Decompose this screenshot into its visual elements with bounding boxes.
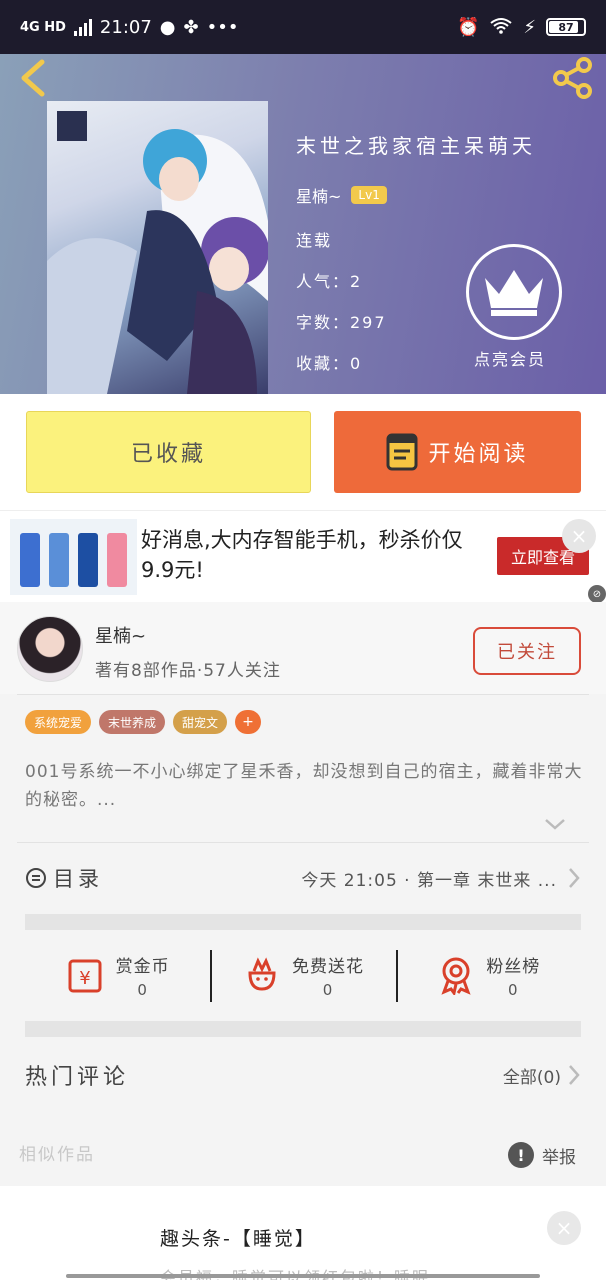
message-icon: ● [159, 16, 176, 38]
tag-item[interactable]: 系统宠爱 [25, 710, 92, 734]
reward-fans-button[interactable]: 粉丝榜 0 [395, 930, 581, 1020]
collected-button[interactable]: 已收藏 [26, 411, 311, 493]
ad-mark-icon: ⊘ [588, 585, 606, 603]
svg-text:¥: ¥ [79, 968, 90, 989]
fan-icon: ✤ [183, 16, 199, 38]
section-separator [25, 914, 581, 930]
book-author[interactable]: 星楠~ [296, 183, 341, 207]
status-bar: 4G HD 21:07 ● ✤ ••• ⏰ ⚡ 87 [0, 0, 606, 54]
report-icon: ! [508, 1142, 534, 1168]
catalog-label: 目录 [53, 867, 103, 891]
share-icon [553, 57, 592, 99]
coin-icon: ¥ [68, 959, 102, 993]
vip-label: 点亮会员 [474, 350, 547, 369]
hot-comments-row[interactable]: 热门评论 全部(0) [25, 1040, 581, 1110]
reward-label: 粉丝榜 [486, 956, 541, 977]
charging-icon: ⚡ [523, 16, 536, 38]
section-separator [25, 1021, 581, 1037]
tag-list: 系统宠爱 末世养成 甜宠文 + [25, 710, 262, 734]
ad-image[interactable] [10, 519, 137, 595]
reward-coin-button[interactable]: ¥ 赏金币 0 [25, 930, 210, 1020]
ad-close-button[interactable]: × [562, 519, 596, 553]
synopsis: 001号系统一不小心绑定了星禾香，却没想到自己的宿主，藏着非常大的秘密。... [25, 762, 583, 810]
follow-button[interactable]: 已关注 [473, 627, 581, 675]
battery-level: 87 [558, 20, 574, 34]
clock: 21:07 [99, 16, 152, 38]
level-badge: Lv1 [351, 186, 387, 204]
avatar[interactable] [17, 616, 83, 682]
latest-chapter[interactable]: 今天 21:05 · 第一章 末世来 ... [301, 866, 557, 891]
chevron-right-icon [569, 868, 580, 888]
chevron-down-icon [545, 819, 565, 830]
book-header: 末世之我家宿主呆萌天 星楠~ Lv1 连载 人气：2 字数：297 收藏：0 点… [0, 54, 606, 394]
book-icon [386, 433, 418, 471]
bottom-ad[interactable]: 趣头条-【睡觉】 会员福，睡觉可以领红包啦！睡眠 × [0, 1186, 606, 1280]
ad-text[interactable]: 好消息,大内存智能手机，秒杀价仅9.9元! [141, 525, 481, 585]
catalog-row[interactable]: 目录 今天 21:05 · 第一章 末世来 ... [25, 842, 581, 914]
reward-count: 0 [322, 980, 334, 999]
phone-image [49, 533, 70, 587]
author-stats: 著有8部作品·57人关注 [95, 661, 281, 681]
start-reading-button[interactable]: 开始阅读 [334, 411, 581, 493]
reward-count: 0 [137, 980, 148, 999]
report-button[interactable]: ! 举报 [508, 1142, 576, 1168]
crown-icon [485, 270, 543, 316]
more-dots: ••• [206, 16, 239, 38]
chevron-right-icon [569, 1065, 580, 1085]
action-bar: 已收藏 开始阅读 [0, 394, 606, 510]
start-reading-label: 开始阅读 [428, 442, 529, 467]
reward-count: 0 [508, 980, 519, 999]
alarm-icon: ⏰ [456, 16, 480, 38]
reward-bar: ¥ 赏金币 0 免费送花 0 粉丝榜 0 [25, 930, 581, 1020]
book-cover[interactable] [47, 101, 268, 394]
tag-item[interactable]: 甜宠文 [173, 710, 228, 734]
tag-item[interactable]: 末世养成 [99, 710, 166, 734]
battery-icon: 87 [546, 18, 586, 36]
divider [17, 694, 589, 695]
back-button[interactable] [16, 58, 50, 98]
phone-image [77, 533, 98, 587]
all-comments-link[interactable]: 全部(0) [503, 1063, 561, 1088]
phone-image [20, 533, 41, 587]
catalog-icon [26, 868, 46, 888]
ad-banner[interactable]: 好消息,大内存智能手机，秒杀价仅9.9元! 立即查看 × ⊘ [0, 510, 606, 603]
cover-illustration [47, 111, 268, 394]
vip-button[interactable] [466, 244, 562, 340]
similar-works-label: 相似作品 [19, 1145, 95, 1165]
network-label: 4G HD [20, 19, 66, 35]
reward-label: 赏金币 [115, 956, 170, 977]
author-card: 星楠~ 著有8部作品·57人关注 已关注 [0, 602, 606, 694]
wifi-icon [489, 16, 513, 39]
home-indicator[interactable] [66, 1274, 540, 1278]
flower-icon [248, 957, 276, 991]
bottom-ad-title[interactable]: 趣头条-【睡觉】 [160, 1224, 316, 1251]
bottom-ad-close-button[interactable]: × [547, 1211, 581, 1245]
reward-flower-button[interactable]: 免费送花 0 [210, 930, 395, 1020]
medal-icon [441, 957, 471, 995]
signal-icon [73, 18, 92, 36]
reward-label: 免费送花 [291, 956, 364, 977]
tag-more-button[interactable]: + [235, 710, 262, 734]
hot-comments-label: 热门评论 [25, 1065, 130, 1090]
report-label: 举报 [542, 1147, 576, 1168]
author-name[interactable]: 星楠~ [95, 622, 146, 648]
share-button[interactable] [550, 56, 596, 100]
book-title: 末世之我家宿主呆萌天 [296, 134, 536, 158]
expand-button[interactable] [543, 812, 567, 836]
phone-image [106, 533, 127, 587]
chevron-left-icon [21, 59, 45, 97]
